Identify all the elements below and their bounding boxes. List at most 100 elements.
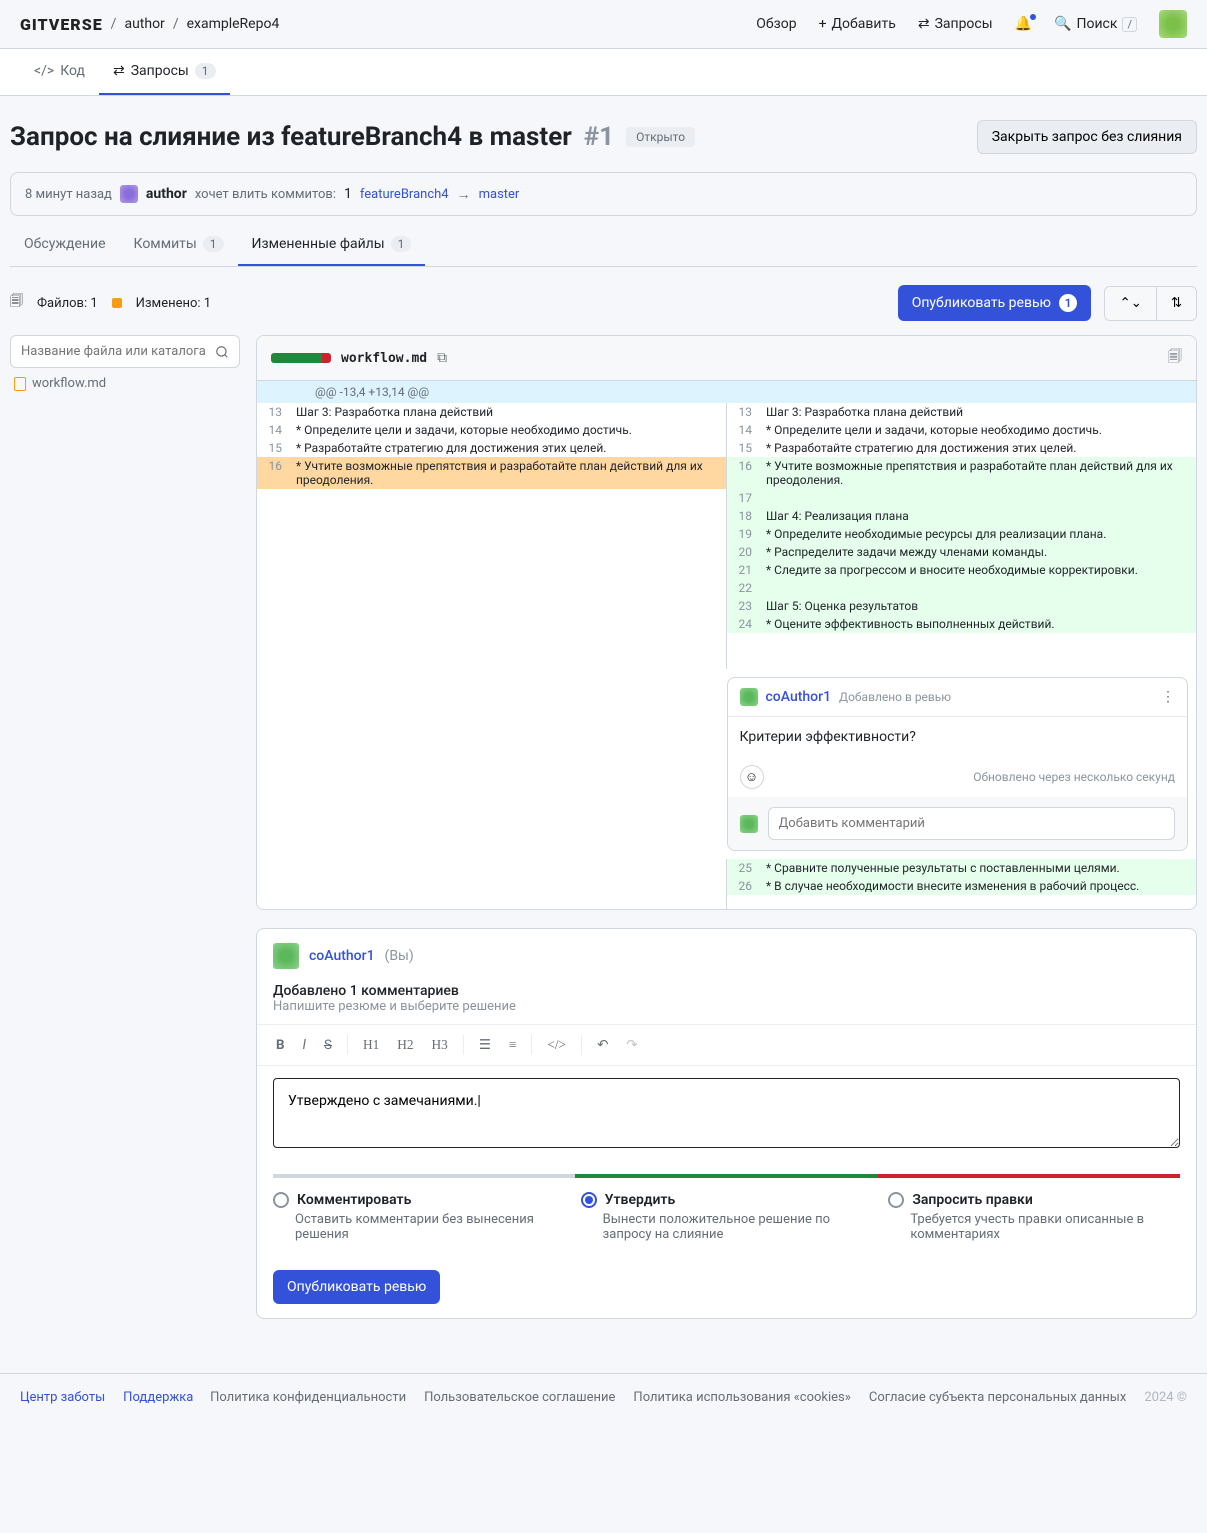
- search-icon: 🔍: [1054, 16, 1071, 32]
- file-action-icon[interactable]: 🗐: [1168, 346, 1182, 370]
- diff-line[interactable]: 25* Сравните полученные результаты с пос…: [727, 859, 1196, 877]
- reply-input[interactable]: [768, 807, 1176, 840]
- h2-icon[interactable]: H2: [388, 1031, 422, 1059]
- diff-line[interactable]: 26* В случае необходимости внесите измен…: [727, 877, 1196, 895]
- hunk-header: @@ -13,4 +13,14 @@: [257, 381, 1196, 403]
- from-branch[interactable]: featureBranch4: [360, 187, 449, 202]
- kebab-icon[interactable]: ⋮: [1161, 689, 1175, 705]
- h1-icon[interactable]: H1: [354, 1031, 388, 1059]
- view-toggle: ⌃⌄ ⇅: [1104, 286, 1197, 321]
- diff-left-col: 13Шаг 3: Разработка плана действий14* Оп…: [257, 403, 727, 669]
- modified-icon: [112, 298, 122, 308]
- diff-line[interactable]: 16* Учтите возможные препятствия и разра…: [727, 457, 1196, 489]
- breadcrumb-author[interactable]: author: [124, 16, 164, 32]
- footer-support[interactable]: Поддержка: [123, 1390, 193, 1405]
- top-header: GITVERSE / author / exampleRepo4 Обзор +…: [0, 0, 1207, 49]
- pr-number: #1: [584, 122, 614, 152]
- review-panel: coAuthor1 (Вы) Добавлено 1 комментариев …: [256, 928, 1197, 1319]
- bold-icon[interactable]: B: [267, 1031, 294, 1059]
- diff-line[interactable]: 22: [727, 579, 1196, 597]
- subtab-files[interactable]: Измененные файлы1: [238, 224, 426, 266]
- strike-icon[interactable]: S: [315, 1031, 341, 1059]
- nav-overview[interactable]: Обзор: [756, 16, 796, 32]
- decision-approve[interactable]: Утвердить Вынести положительное решение …: [581, 1192, 873, 1242]
- radio-approve[interactable]: [581, 1192, 597, 1208]
- author-name[interactable]: author: [146, 186, 187, 202]
- emoji-button[interactable]: ☺: [740, 765, 764, 789]
- nav-requests[interactable]: ⇄Запросы: [918, 16, 993, 32]
- reviewer-avatar: [273, 943, 299, 969]
- user-avatar[interactable]: [1159, 10, 1187, 38]
- diff-line[interactable]: 24* Оцените эффективность выполненных де…: [727, 615, 1196, 633]
- git-pr-icon: ⇄: [113, 63, 125, 79]
- footer-personal[interactable]: Согласие субъекта персональных данных: [869, 1390, 1126, 1405]
- diff-line[interactable]: 13Шаг 3: Разработка плана действий: [727, 403, 1196, 421]
- close-pr-button[interactable]: Закрыть запрос без слияния: [977, 120, 1197, 154]
- comment-author[interactable]: coAuthor1: [766, 689, 832, 705]
- file-search-input[interactable]: [10, 335, 240, 368]
- undo-icon[interactable]: ↶: [588, 1031, 617, 1059]
- subtab-commits[interactable]: Коммиты1: [120, 224, 238, 266]
- diff-line[interactable]: 14* Определите цели и задачи, которые не…: [257, 421, 726, 439]
- publish-review-button[interactable]: Опубликовать ревью1: [898, 285, 1091, 321]
- logo[interactable]: GITVERSE: [20, 15, 103, 34]
- decision-comment[interactable]: Комментировать Оставить комментарии без …: [273, 1192, 565, 1242]
- diff-line[interactable]: 20* Распределите задачи между членами ко…: [727, 543, 1196, 561]
- radio-changes[interactable]: [888, 1192, 904, 1208]
- footer-care[interactable]: Центр заботы: [20, 1390, 105, 1405]
- italic-icon[interactable]: I: [294, 1031, 316, 1059]
- bell-icon[interactable]: 🔔: [1015, 16, 1032, 32]
- diff-line[interactable]: 15* Разработайте стратегию для достижени…: [257, 439, 726, 457]
- publish-review-final-button[interactable]: Опубликовать ревью: [273, 1270, 440, 1304]
- diff-line[interactable]: 13Шаг 3: Разработка плана действий: [257, 403, 726, 421]
- collapse-icon[interactable]: ⌃⌄: [1105, 287, 1156, 320]
- h3-icon[interactable]: H3: [423, 1031, 457, 1059]
- decision-changes[interactable]: Запросить правки Требуется учесть правки…: [888, 1192, 1180, 1242]
- diff-right-col: 13Шаг 3: Разработка плана действий14* Оп…: [727, 403, 1196, 669]
- status-badge: Открыто: [626, 127, 695, 147]
- diff-line[interactable]: 16* Учтите возможные препятствия и разра…: [257, 457, 726, 489]
- diff-line[interactable]: 21* Следите за прогрессом и вносите необ…: [727, 561, 1196, 579]
- footer-year: 2024 ©: [1144, 1390, 1187, 1405]
- repo-tabs: </>Код ⇄Запросы1: [0, 49, 1207, 96]
- arrow-icon: →: [457, 186, 471, 203]
- to-branch[interactable]: master: [479, 187, 520, 202]
- editor-toolbar: B I S H1 H2 H3 ☰ ≡ </> ↶ ↷: [257, 1024, 1196, 1066]
- self-avatar: [740, 815, 758, 833]
- tab-requests[interactable]: ⇄Запросы1: [99, 49, 230, 95]
- diff-line[interactable]: 17: [727, 489, 1196, 507]
- file-tree-item[interactable]: workflow.md: [10, 368, 240, 399]
- ul-icon[interactable]: ☰: [470, 1031, 500, 1059]
- breadcrumb-repo[interactable]: exampleRepo4: [187, 16, 280, 32]
- pr-subtabs: Обсуждение Коммиты1 Измененные файлы1: [10, 224, 1197, 267]
- diff-line[interactable]: 15* Разработайте стратегию для достижени…: [727, 439, 1196, 457]
- subtab-discussion[interactable]: Обсуждение: [10, 224, 120, 266]
- radio-comment[interactable]: [273, 1192, 289, 1208]
- footer-cookies[interactable]: Политика использования «cookies»: [633, 1390, 850, 1405]
- diff-file-name: workflow.md: [341, 351, 427, 366]
- commenter-avatar: [740, 688, 758, 706]
- nav-search[interactable]: 🔍Поиск/: [1054, 16, 1137, 32]
- md-file-icon: [14, 377, 26, 391]
- expand-icon[interactable]: ⇅: [1157, 287, 1196, 320]
- redo-icon[interactable]: ↷: [617, 1031, 646, 1059]
- breadcrumb-sep: /: [111, 16, 117, 32]
- diff-line[interactable]: 23Шаг 5: Оценка результатов: [727, 597, 1196, 615]
- copy-icon[interactable]: ⧉: [437, 350, 447, 366]
- file-stats: 🗐 Файлов: 1 Изменено: 1: [10, 292, 211, 314]
- diff-line[interactable]: 19* Определите необходимые ресурсы для р…: [727, 525, 1196, 543]
- footer-privacy[interactable]: Политика конфиденциальности: [210, 1390, 406, 1405]
- diff-right-after: 25* Сравните полученные результаты с пос…: [727, 859, 1196, 909]
- review-textarea[interactable]: [273, 1078, 1180, 1148]
- file-sidebar: workflow.md: [10, 335, 240, 910]
- tab-code[interactable]: </>Код: [20, 49, 99, 95]
- diff-line[interactable]: 14* Определите цели и задачи, которые не…: [727, 421, 1196, 439]
- ol-icon[interactable]: ≡: [500, 1031, 526, 1059]
- footer-terms[interactable]: Пользовательское соглашение: [424, 1390, 615, 1405]
- author-avatar: [120, 185, 138, 203]
- pr-title: Запрос на слияние из featureBranch4 в ma…: [10, 122, 572, 152]
- code-icon[interactable]: </>: [538, 1031, 575, 1059]
- code-icon: </>: [34, 63, 54, 79]
- nav-add[interactable]: +Добавить: [819, 16, 896, 32]
- diff-line[interactable]: 18Шаг 4: Реализация плана: [727, 507, 1196, 525]
